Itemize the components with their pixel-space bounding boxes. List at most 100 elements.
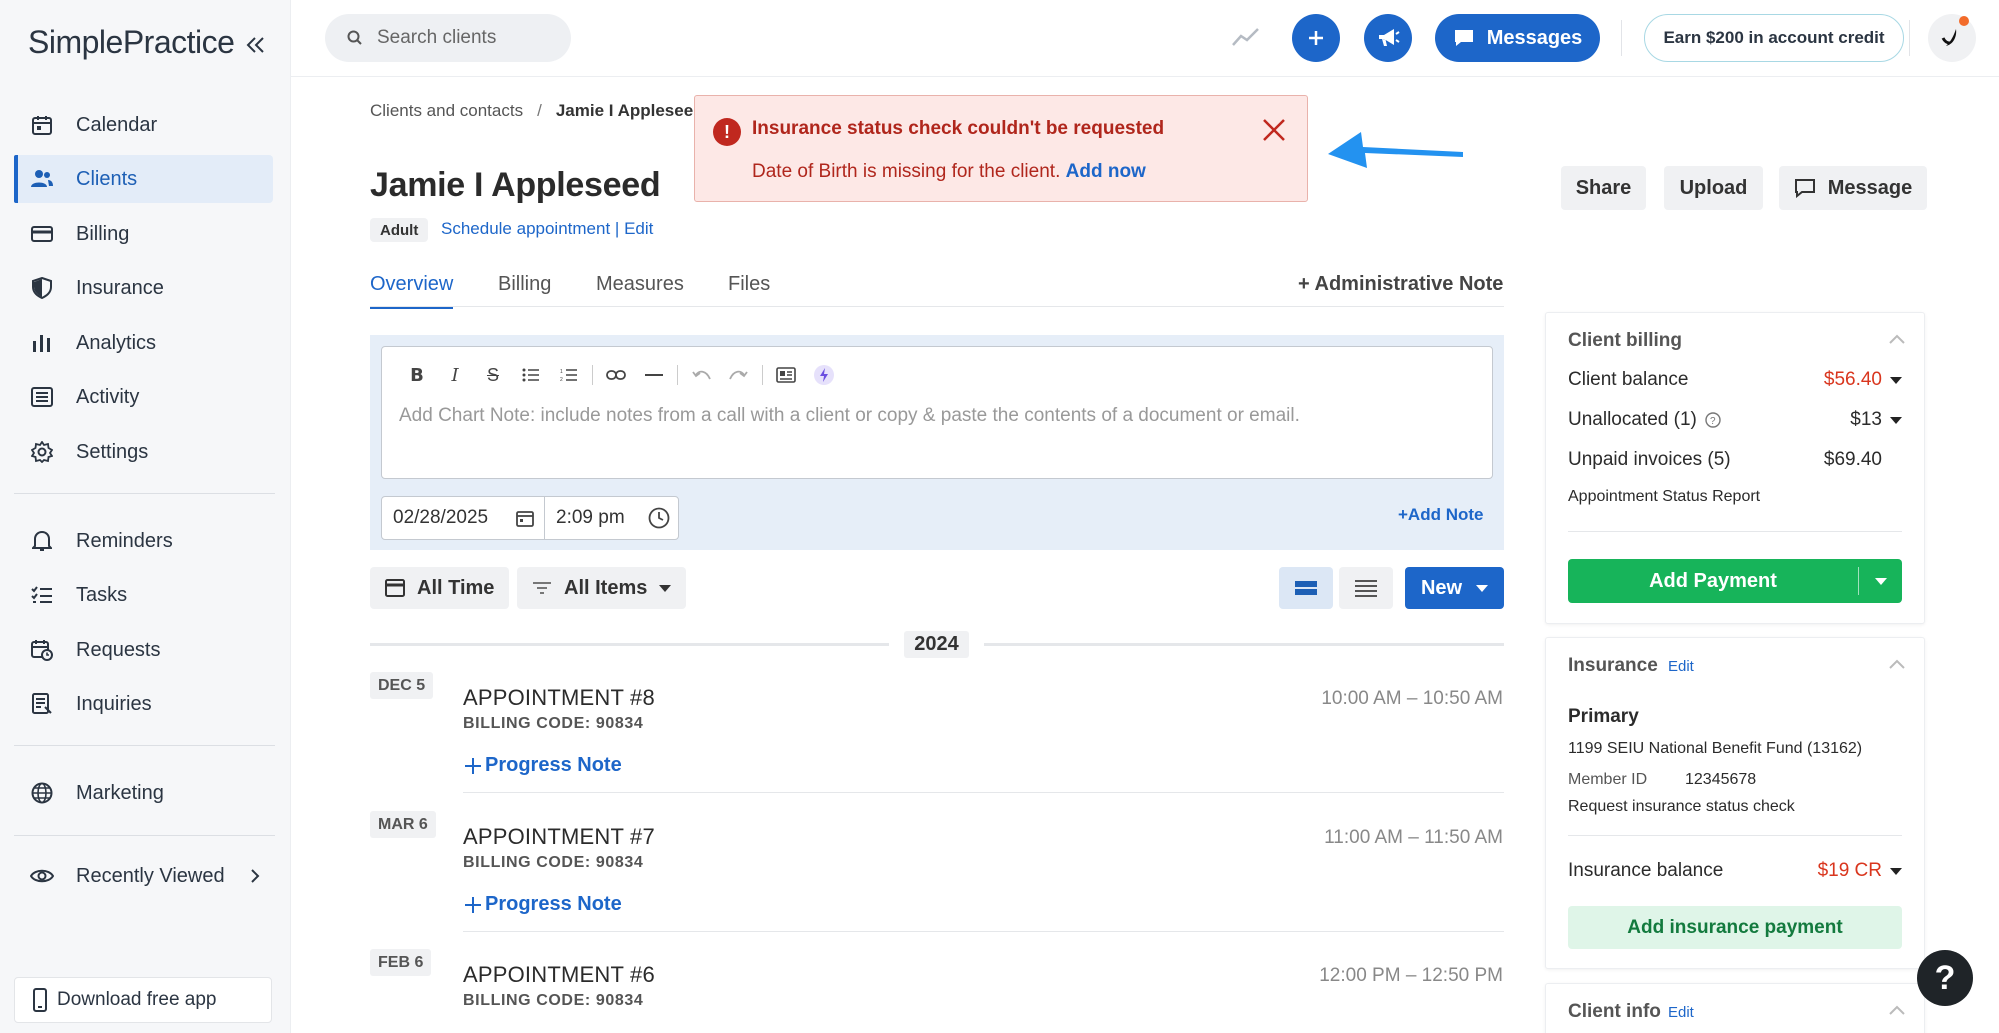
time-field[interactable]: 2:09 pm [545, 497, 678, 539]
panel-divider [1568, 835, 1902, 836]
help-circle-icon: ? [1705, 412, 1721, 428]
expanded-view-button[interactable] [1279, 567, 1333, 609]
compact-view-icon [1355, 580, 1377, 597]
time-filter-button[interactable]: All Time [370, 567, 510, 609]
sidebar-item-tasks[interactable]: Tasks [14, 571, 273, 619]
topbar-divider [1909, 20, 1910, 56]
bullet-list-icon[interactable] [512, 361, 550, 389]
horizontal-rule-icon[interactable] [635, 361, 673, 389]
add-button[interactable] [1292, 14, 1340, 62]
date-field[interactable]: 02/28/2025 [382, 497, 545, 539]
error-icon: ! [713, 118, 741, 146]
request-insurance-status-link[interactable]: Request insurance status check [1568, 798, 1795, 816]
add-now-link[interactable]: Add now [1066, 161, 1146, 182]
chevron-up-icon[interactable] [1888, 333, 1906, 345]
unallocated[interactable]: $13 [1850, 409, 1902, 431]
clock-icon [648, 507, 670, 529]
users-icon [30, 167, 54, 191]
age-badge: Adult [370, 218, 429, 242]
add-progress-note-button[interactable]: Progress Note [463, 893, 622, 916]
sidebar-item-analytics[interactable]: Analytics [14, 319, 273, 367]
tab-measures[interactable]: Measures [596, 273, 684, 306]
id-card-icon[interactable] [767, 361, 805, 389]
tab-overview[interactable]: Overview [370, 273, 454, 309]
italic-icon[interactable]: I [436, 361, 474, 389]
alert-message: Date of Birth is missing for the client.… [752, 161, 1146, 183]
sidebar-item-activity[interactable]: Activity [14, 373, 273, 421]
time-value: 2:09 pm [556, 507, 625, 528]
time-filter-label: All Time [417, 576, 495, 599]
add-payment-dropdown[interactable] [1859, 559, 1902, 603]
share-button[interactable]: Share [1561, 166, 1646, 210]
appointment-title[interactable]: APPOINTMENT #7 [463, 824, 655, 850]
sidebar-item-requests[interactable]: Requests [14, 626, 273, 674]
undo-icon[interactable] [682, 361, 720, 389]
double-chevron-left-icon [246, 37, 264, 53]
add-progress-note-button[interactable]: Progress Note [463, 754, 622, 777]
ai-assist-icon[interactable] [805, 361, 843, 389]
help-button[interactable]: ? [1917, 950, 1973, 1006]
strikethrough-icon[interactable]: S [474, 361, 512, 389]
sidebar-item-insurance[interactable]: Insurance [14, 264, 273, 312]
year-label: 2024 [889, 630, 984, 658]
appointment-status-report-link[interactable]: Appointment Status Report [1568, 488, 1760, 506]
appointment-title[interactable]: APPOINTMENT #8 [463, 685, 655, 711]
new-button[interactable]: New [1405, 567, 1504, 609]
trend-icon[interactable] [1231, 26, 1261, 48]
client-balance[interactable]: $56.40 [1824, 369, 1902, 391]
edit-client-link[interactable]: Edit [624, 219, 653, 238]
announcements-button[interactable] [1364, 14, 1412, 62]
sidebar-item-reminders[interactable]: Reminders [14, 517, 273, 565]
messages-button[interactable]: Messages [1435, 14, 1600, 62]
upload-button[interactable]: Upload [1664, 166, 1763, 210]
items-filter-button[interactable]: All Items [517, 567, 687, 609]
topbar-divider [1621, 20, 1622, 56]
svg-text:1: 1 [560, 369, 563, 375]
sidebar-item-billing[interactable]: Billing [14, 210, 273, 258]
bold-icon[interactable]: B [398, 361, 436, 389]
sidebar-item-marketing[interactable]: Marketing [14, 769, 273, 817]
client-info-panel: Client info Edit [1545, 983, 1925, 1033]
search-bar[interactable] [325, 14, 571, 62]
expanded-view-icon [1295, 581, 1317, 595]
add-payment-label[interactable]: Add Payment [1568, 559, 1858, 603]
sidebar-item-settings[interactable]: Settings [14, 428, 273, 476]
schedule-appointment-link[interactable]: Schedule appointment [441, 219, 610, 238]
collapse-sidebar-button[interactable] [243, 32, 269, 58]
add-note-button[interactable]: +Add Note [1398, 505, 1483, 525]
compact-view-button[interactable] [1339, 567, 1393, 609]
administrative-note-button[interactable]: + Administrative Note [1298, 273, 1503, 296]
tab-billing[interactable]: Billing [498, 273, 551, 306]
sidebar-item-inquiries[interactable]: Inquiries [14, 680, 273, 728]
unallocated-link[interactable]: Unallocated (1) ? [1568, 409, 1721, 431]
close-alert-button[interactable] [1260, 116, 1288, 144]
redo-icon[interactable] [720, 361, 758, 389]
sidebar-item-label: Reminders [76, 529, 173, 552]
insurance-balance[interactable]: $19 CR [1818, 860, 1902, 882]
appointment-title[interactable]: APPOINTMENT #6 [463, 962, 655, 988]
tab-divider [370, 306, 1504, 307]
sidebar-item-calendar[interactable]: Calendar [14, 101, 273, 149]
chevron-up-icon[interactable] [1888, 1004, 1906, 1016]
chart-note-editor[interactable]: B I S 12 Add Chart Note: include notes f… [381, 346, 1493, 479]
add-insurance-payment-button[interactable]: Add insurance payment [1568, 906, 1902, 949]
plus-icon [465, 896, 481, 913]
search-input[interactable] [377, 27, 557, 49]
client-info-title: Client info [1568, 1001, 1661, 1022]
earn-credit-button[interactable]: Earn $200 in account credit [1644, 14, 1904, 62]
sidebar-item-clients[interactable]: Clients [14, 155, 273, 203]
appointment-date: MAR 6 [370, 811, 436, 838]
numbered-list-icon[interactable]: 12 [550, 361, 588, 389]
chevron-up-icon[interactable] [1888, 658, 1906, 670]
alert-message-text: Date of Birth is missing for the client. [752, 161, 1061, 182]
edit-client-info-link[interactable]: Edit [1668, 1004, 1694, 1021]
link-icon[interactable] [597, 361, 635, 389]
tab-files[interactable]: Files [728, 273, 770, 306]
sidebar-item-recently-viewed[interactable]: Recently Viewed [14, 852, 273, 900]
message-button[interactable]: Message [1779, 166, 1927, 210]
breadcrumb-parent[interactable]: Clients and contacts [370, 101, 523, 120]
edit-insurance-link[interactable]: Edit [1668, 658, 1694, 675]
download-app-button[interactable]: Download free app [14, 977, 272, 1023]
unpaid-invoices-link[interactable]: Unpaid invoices (5) [1568, 449, 1731, 471]
sidebar-item-label: Insurance [76, 276, 164, 299]
